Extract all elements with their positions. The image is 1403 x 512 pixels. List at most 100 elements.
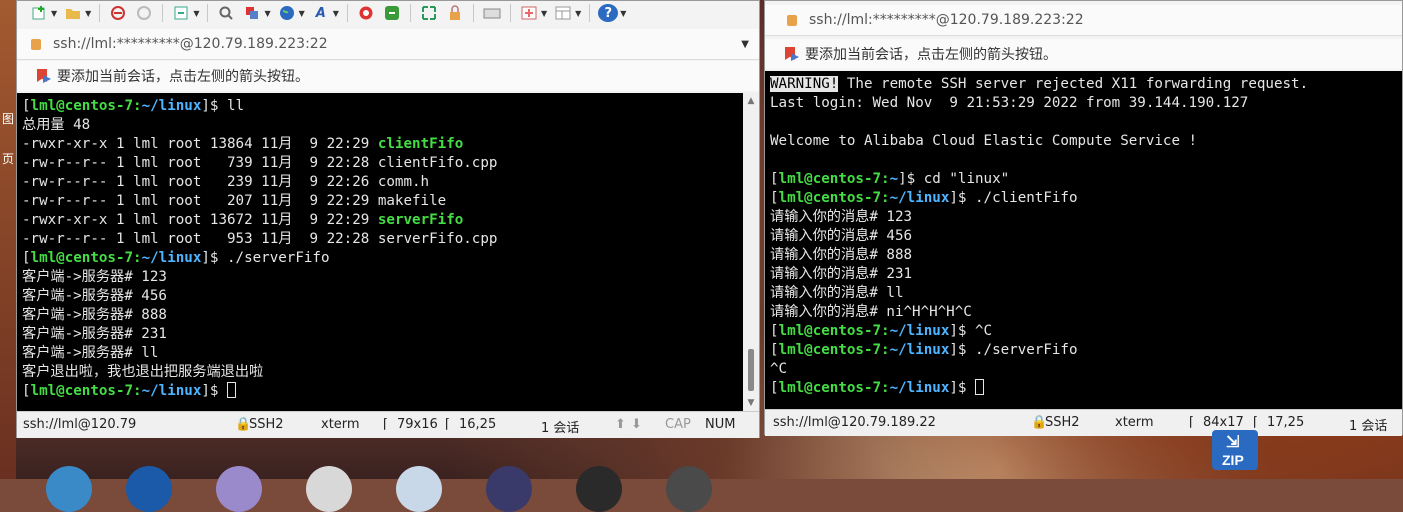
globe-icon[interactable] bbox=[277, 4, 297, 22]
terminal-left[interactable]: [lml@centos-7:~/linux]$ ll 总用量 48 -rwxr-xr… bbox=[17, 93, 743, 411]
terminal-text: serverFifo bbox=[377, 212, 464, 228]
terminal-line: Welcome to Alibaba Cloud Elastic Compute… bbox=[770, 132, 1402, 151]
lock-icon[interactable] bbox=[445, 4, 465, 22]
terminal-text: -rw-r--r-- 1 lml root 953 11月 9 22:28 se… bbox=[22, 231, 498, 247]
terminal-line: [lml@centos-7:~/linux]$ ll bbox=[22, 97, 743, 116]
zip-arrow-icon: ⇲ bbox=[1226, 434, 1240, 451]
chevron-down-icon[interactable]: ▼ bbox=[620, 9, 626, 18]
side-label-1: 图 bbox=[2, 112, 15, 126]
toolbar-separator bbox=[409, 4, 411, 22]
scroll-up-icon[interactable]: ▲ bbox=[743, 93, 759, 109]
xftp-icon[interactable] bbox=[382, 4, 402, 22]
connect-icon[interactable] bbox=[108, 4, 128, 22]
terminal-text: 客户端->服务器# 456 bbox=[22, 288, 167, 304]
settings-icon[interactable] bbox=[171, 4, 191, 22]
fullscreen-icon[interactable] bbox=[419, 4, 439, 22]
desktop-app-icon[interactable] bbox=[396, 466, 442, 512]
terminal-line: [lml@centos-7:~/linux]$ ./serverFifo bbox=[22, 249, 743, 268]
address-bar[interactable]: ssh://lml:*********@120.79.189.223:22 bbox=[765, 5, 1402, 36]
chevron-down-icon[interactable]: ▼ bbox=[51, 9, 57, 18]
chevron-down-icon[interactable]: ▼ bbox=[193, 9, 199, 18]
terminal-text: ]$ ./clientFifo bbox=[949, 190, 1078, 206]
desktop-app-icon[interactable] bbox=[576, 466, 622, 512]
terminal-text: 总用量 48 bbox=[22, 117, 91, 133]
terminal-line: 请输入你的消息# ni^H^H^H^C bbox=[770, 303, 1402, 322]
terminal-text: ]$ ./serverFifo bbox=[201, 250, 330, 266]
status-size: 79x16 bbox=[397, 417, 438, 432]
desktop-app-icon[interactable] bbox=[126, 466, 172, 512]
terminal-line: Last login: Wed Nov 9 21:53:29 2022 from… bbox=[770, 94, 1402, 113]
terminal-text: [ bbox=[22, 250, 31, 266]
terminal-text: -rw-r--r-- 1 lml root 207 11月 9 22:29 ma… bbox=[22, 193, 447, 209]
terminal-text: ]$ cd "linux" bbox=[898, 171, 1010, 187]
terminal-text: 客户端->服务器# ll bbox=[22, 345, 159, 361]
toolbar-separator bbox=[207, 4, 209, 22]
terminal-line: [lml@centos-7:~]$ cd "linux" bbox=[770, 170, 1402, 189]
terminal-text: clientFifo bbox=[377, 136, 464, 152]
terminal-cursor bbox=[975, 379, 985, 395]
arrow-down-icon[interactable]: ⬇ bbox=[631, 417, 642, 432]
terminal-text: ]$ bbox=[949, 380, 976, 396]
terminal-text: lml@centos-7: bbox=[778, 190, 890, 206]
chevron-down-icon[interactable]: ▼ bbox=[575, 9, 581, 18]
scrollbar-thumb[interactable] bbox=[748, 349, 754, 391]
new-session-icon[interactable] bbox=[29, 4, 49, 22]
desktop-icons-strip bbox=[16, 440, 760, 512]
terminal-text: [ bbox=[22, 98, 31, 114]
address-text: ssh://lml:*********@120.79.189.223:22 bbox=[809, 12, 1084, 28]
terminal-scrollbar[interactable]: ▲ ▼ bbox=[743, 93, 759, 411]
font-icon[interactable]: A bbox=[311, 4, 331, 22]
scroll-down-icon[interactable]: ▼ bbox=[743, 395, 759, 411]
desktop-app-icon[interactable] bbox=[306, 466, 352, 512]
bookmark-arrow-icon[interactable] bbox=[785, 47, 797, 61]
session-hint-bar: 要添加当前会话，点击左侧的箭头按钮。 bbox=[765, 39, 1402, 69]
terminal-text: 请输入你的消息# ll bbox=[770, 285, 904, 301]
bookmark-arrow-icon[interactable] bbox=[37, 69, 49, 83]
sftp-icon[interactable] bbox=[356, 4, 376, 22]
arrow-up-icon[interactable]: ⬆ bbox=[615, 417, 626, 432]
chevron-down-icon[interactable]: ▼ bbox=[85, 9, 91, 18]
terminal-line: -rwxr-xr-x 1 lml root 13864 11月 9 22:29 … bbox=[22, 135, 743, 154]
terminal-text: ^C bbox=[770, 361, 788, 377]
address-bar[interactable]: ssh://lml:*********@120.79.189.223:22 ▼ bbox=[17, 29, 759, 60]
chevron-down-icon[interactable]: ▼ bbox=[741, 39, 749, 50]
terminal-text: The remote SSH server rejected X11 forwa… bbox=[838, 76, 1309, 92]
terminal-text: lml@centos-7: bbox=[30, 98, 142, 114]
desktop-app-icon[interactable] bbox=[486, 466, 532, 512]
terminal-text: lml@centos-7: bbox=[30, 383, 142, 399]
layout-icon[interactable] bbox=[553, 4, 573, 22]
properties-icon[interactable] bbox=[242, 4, 262, 22]
chevron-down-icon[interactable]: ▼ bbox=[299, 9, 305, 18]
desktop-app-icon[interactable] bbox=[666, 466, 712, 512]
desktop-app-icon[interactable] bbox=[46, 466, 92, 512]
terminal-line: [lml@centos-7:~/linux]$ ./clientFifo bbox=[770, 189, 1402, 208]
open-folder-icon[interactable] bbox=[63, 4, 83, 22]
terminal-right[interactable]: WARNING! The remote SSH server rejected … bbox=[765, 71, 1402, 409]
status-sessions[interactable]: 1 会话 bbox=[541, 417, 579, 436]
status-sessions[interactable]: 1 会话 bbox=[1349, 415, 1387, 434]
session-hint-text: 要添加当前会话，点击左侧的箭头按钮。 bbox=[57, 69, 309, 85]
toolbar-separator bbox=[472, 4, 474, 22]
chevron-down-icon[interactable]: ▼ bbox=[333, 9, 339, 18]
terminal-line: 客户端->服务器# 231 bbox=[22, 325, 743, 344]
zip-desktop-icon[interactable]: ⇲ ZIP bbox=[1212, 430, 1258, 470]
terminal-line: [lml@centos-7:~/linux]$ ./serverFifo bbox=[770, 341, 1402, 360]
terminal-line: [lml@centos-7:~/linux]$ ^C bbox=[770, 322, 1402, 341]
terminal-text: 请输入你的消息# ni^H^H^H^C bbox=[770, 304, 972, 320]
zip-label: ZIP bbox=[1222, 452, 1244, 468]
desktop-app-icon[interactable] bbox=[216, 466, 262, 512]
toolbar-separator bbox=[162, 4, 164, 22]
status-bar: ssh://lml@120.79 🔒 SSH2 xterm ⌈ 79x16 ⌈ … bbox=[17, 411, 759, 438]
help-icon[interactable]: ? bbox=[598, 4, 619, 22]
disconnect-icon[interactable] bbox=[134, 4, 154, 22]
session-hint-text: 要添加当前会话，点击左侧的箭头按钮。 bbox=[805, 47, 1057, 63]
keyboard-icon[interactable] bbox=[482, 4, 502, 22]
terminal-line: -rw-r--r-- 1 lml root 739 11月 9 22:28 cl… bbox=[22, 154, 743, 173]
add-icon[interactable] bbox=[519, 4, 539, 22]
chevron-down-icon[interactable]: ▼ bbox=[264, 9, 270, 18]
terminal-line: ^C bbox=[770, 360, 1402, 379]
chevron-down-icon[interactable]: ▼ bbox=[541, 9, 547, 18]
toolbar-separator bbox=[99, 4, 101, 22]
find-icon[interactable] bbox=[216, 4, 236, 22]
